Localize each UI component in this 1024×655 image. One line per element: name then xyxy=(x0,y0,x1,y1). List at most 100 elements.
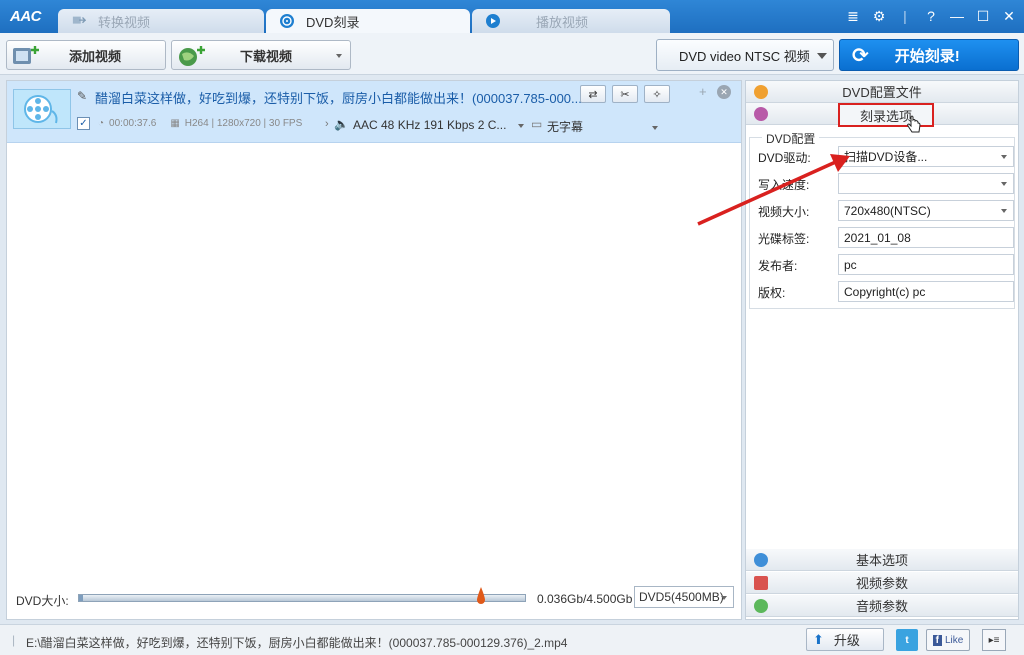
like-label: Like xyxy=(944,634,964,646)
audio-params-header[interactable]: 音频参数 xyxy=(746,595,1018,617)
separator: | xyxy=(903,8,907,24)
publisher-input[interactable]: pc xyxy=(838,254,1014,275)
dvd-size-fill xyxy=(79,595,83,601)
dropdown-arrow-icon xyxy=(652,125,659,130)
current-file-path: E:\醋溜白菜这样做，好吃到爆，还特别下饭，厨房小白都能做出来！(000037.… xyxy=(26,636,568,650)
help-icon[interactable]: ? xyxy=(922,8,940,25)
field-value: pc xyxy=(844,257,857,272)
basic-options-header[interactable]: 基本选项 xyxy=(746,549,1018,571)
convert-icon xyxy=(72,14,86,28)
start-burn-button[interactable]: ⟳ 开始刻录! xyxy=(839,39,1019,71)
field-label-publisher: 发布者: xyxy=(758,259,798,273)
download-video-button[interactable]: 下载视频 xyxy=(171,40,351,70)
tab-play-video[interactable]: 播放视频 xyxy=(472,9,670,33)
log-icon[interactable]: ≣ xyxy=(844,8,862,25)
profile-value: DVD video NTSC 视频 xyxy=(679,48,810,64)
upgrade-arrow-icon: ⬆ xyxy=(813,631,824,647)
tab-label: DVD刻录 xyxy=(306,14,360,30)
edit-pencil-icon[interactable]: ✎ xyxy=(77,89,87,103)
plus-icon[interactable]: + xyxy=(699,84,707,99)
write-speed-select[interactable] xyxy=(838,173,1014,194)
video-info: H264 | 1280x720 | 30 FPS xyxy=(184,118,303,129)
speaker-icon: 🔈 xyxy=(334,117,349,131)
file-list-panel: ✎ 醋溜白菜这样做，好吃到爆，还特别下饭，厨房小白都能做出来！(000037.7… xyxy=(6,80,742,620)
dvd-size-value: 0.036Gb/4.500Gb xyxy=(537,592,633,606)
dvd-size-bar: DVD大小: 0.036Gb/4.500Gb DVD5(4500MB) xyxy=(6,585,742,611)
window-controls: ≣ ⚙ | ? — ☐ ✕ xyxy=(844,8,1018,25)
flame-icon xyxy=(754,85,768,99)
add-video-button[interactable]: 添加视频 xyxy=(6,40,166,70)
dvd-size-progress xyxy=(78,594,526,602)
subtitle-icon: ▭ xyxy=(531,117,543,131)
swap-icon[interactable]: ⇄ xyxy=(580,85,606,103)
tab-label: 播放视频 xyxy=(536,14,589,30)
maximize-icon[interactable]: ☐ xyxy=(974,8,992,25)
file-list-item[interactable]: ✎ 醋溜白菜这样做，好吃到爆，还特别下饭，厨房小白都能做出来！(000037.7… xyxy=(7,81,741,143)
queue-icon[interactable]: ▸≡ xyxy=(982,629,1006,651)
app-logo: AAC xyxy=(10,8,42,25)
video-size-select[interactable]: 720x480(NTSC) xyxy=(838,200,1014,221)
title-bar: AAC 转换视频 DVD刻录 播放视频 ≣ ⚙ | ? — ☐ ✕ xyxy=(0,0,1024,33)
section-label: 刻录选项 xyxy=(859,108,912,124)
upgrade-button[interactable]: ⬆ 升级 xyxy=(806,628,884,651)
file-title[interactable]: 醋溜白菜这样做，好吃到爆，还特别下饭，厨房小白都能做出来！(000037.785… xyxy=(95,88,582,107)
field-label-copyright: 版权: xyxy=(758,286,786,300)
subtitle-value: 无字幕 xyxy=(547,120,584,134)
facebook-like-button[interactable]: f Like xyxy=(926,629,970,651)
close-icon[interactable]: ✕ xyxy=(1000,8,1018,25)
tab-dvd-burn[interactable]: DVD刻录 xyxy=(266,9,470,33)
hand-cursor-icon xyxy=(907,115,921,133)
download-video-label: 下载视频 xyxy=(240,48,293,64)
disc-settings-icon xyxy=(754,107,768,121)
field-label-disc-label: 光碟标签: xyxy=(758,232,810,246)
dvd-size-label: DVD大小: xyxy=(16,594,69,608)
minimize-icon[interactable]: — xyxy=(948,8,966,25)
clock-icon: ◔ xyxy=(98,118,105,129)
field-value: Copyright(c) pc xyxy=(844,284,926,299)
play-icon xyxy=(486,14,500,28)
tab-convert-video[interactable]: 转换视频 xyxy=(58,9,264,33)
magic-wand-icon[interactable]: ✧ xyxy=(644,85,670,103)
dropdown-arrow-icon xyxy=(1001,182,1007,186)
group-title: DVD配置 xyxy=(762,130,820,147)
tab-label: 转换视频 xyxy=(98,14,151,30)
remove-item-icon[interactable]: ✕ xyxy=(717,85,731,99)
disc-label-input[interactable]: 2021_01_08 xyxy=(838,227,1014,248)
capacity-marker-icon[interactable] xyxy=(476,587,486,605)
dvd-drive-select[interactable]: 扫描DVD设备... xyxy=(838,146,1014,167)
twitter-icon[interactable]: t xyxy=(896,629,918,651)
add-film-icon xyxy=(11,44,39,66)
toolbar: 添加视频 下载视频 DVD video NTSC 视频 ⟳ 开始刻录! xyxy=(0,33,1024,75)
dvd-profile-header[interactable]: DVD配置文件 xyxy=(746,81,1018,103)
start-burn-label: 开始刻录! xyxy=(894,47,960,65)
speaker-icon xyxy=(754,599,768,613)
dropdown-arrow-icon[interactable] xyxy=(336,54,342,58)
video-params-header[interactable]: 视频参数 xyxy=(746,572,1018,594)
subtitle-select[interactable]: 无字幕 xyxy=(547,118,659,135)
separator: | xyxy=(12,633,16,647)
disc-type-value: DVD5(4500MB) xyxy=(639,590,724,604)
scissors-icon[interactable]: ✂ xyxy=(612,85,638,103)
dropdown-arrow-icon xyxy=(517,123,524,128)
dvd-disc-icon xyxy=(280,14,294,28)
disc-type-select[interactable]: DVD5(4500MB) xyxy=(634,586,734,608)
section-label: 音频参数 xyxy=(855,599,908,614)
dropdown-arrow-icon xyxy=(1001,155,1007,159)
dropdown-arrow-icon xyxy=(721,596,727,600)
copyright-input[interactable]: Copyright(c) pc xyxy=(838,281,1014,302)
audio-track-value: AAC 48 KHz 191 Kbps 2 C... xyxy=(353,118,507,132)
audio-track-select[interactable]: AAC 48 KHz 191 Kbps 2 C... xyxy=(353,118,524,132)
annotation-arrow xyxy=(697,154,850,226)
section-label: 视频参数 xyxy=(855,576,908,591)
upgrade-label: 升级 xyxy=(833,633,860,648)
chevron-down-icon xyxy=(817,53,827,59)
film-strip-icon: ▦ xyxy=(170,118,180,129)
facebook-icon: f xyxy=(932,634,942,646)
output-profile-select[interactable]: DVD video NTSC 视频 xyxy=(656,39,834,71)
video-thumbnail xyxy=(13,89,71,129)
refresh-icon: ⟳ xyxy=(852,44,869,67)
file-checkbox[interactable]: ✓ xyxy=(77,117,90,130)
dropdown-arrow-icon xyxy=(1001,209,1007,213)
field-value: 2021_01_08 xyxy=(844,230,911,245)
settings-gear-icon[interactable]: ⚙ xyxy=(870,8,888,25)
